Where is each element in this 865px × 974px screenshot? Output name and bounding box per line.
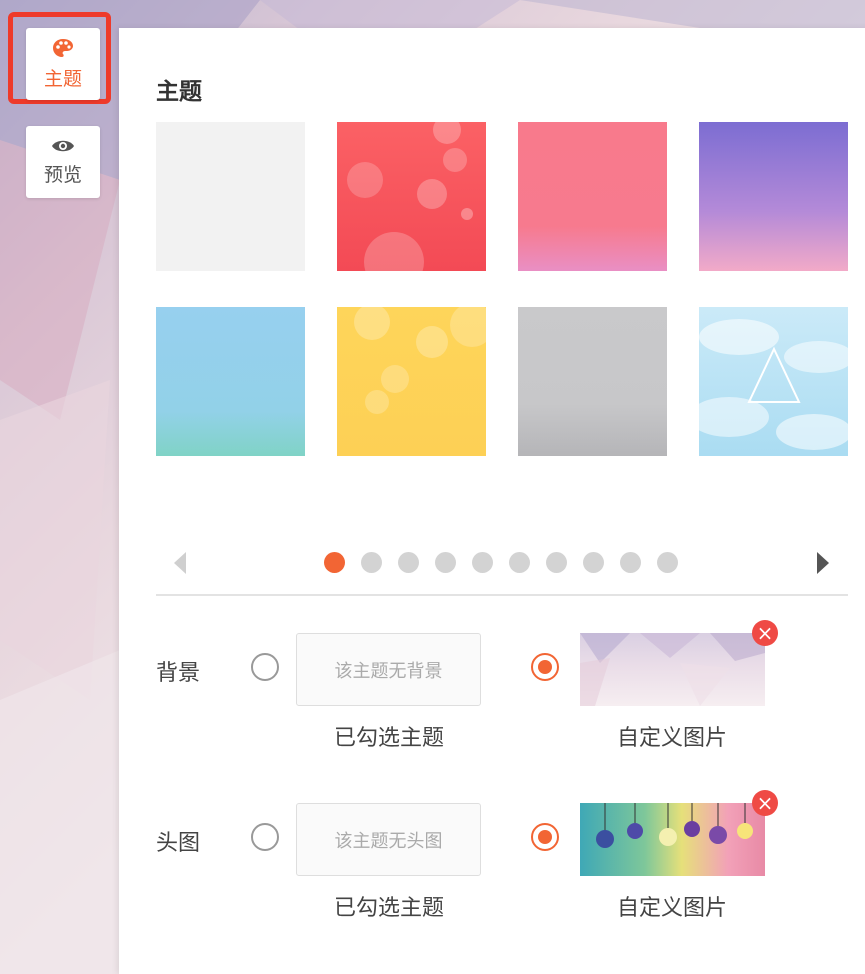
theme-swatch-blue-teal[interactable] — [156, 307, 305, 456]
eye-icon — [52, 140, 74, 151]
header-image-theme-radio[interactable] — [251, 823, 279, 851]
clouds-decoration — [699, 319, 848, 450]
pager-dot[interactable] — [509, 552, 530, 573]
background-custom-thumbnail[interactable] — [580, 633, 765, 706]
theme-panel: 主题 背景 该主题无背景 已勾选主题 × 自定义图片 头图 该主题无头图 已勾选… — [119, 28, 865, 974]
pager-dot[interactable] — [657, 552, 678, 573]
theme-pager — [119, 550, 865, 574]
pager-dot[interactable] — [324, 552, 345, 573]
theme-swatch-pink[interactable] — [518, 122, 667, 271]
pager-dot[interactable] — [546, 552, 567, 573]
background-theme-radio[interactable] — [251, 653, 279, 681]
theme-button-label: 主题 — [43, 67, 82, 90]
header-image-theme-caption: 已勾选主题 — [333, 896, 444, 921]
theme-swatch-purple-gradient[interactable] — [699, 122, 848, 271]
pager-dot[interactable] — [398, 552, 419, 573]
theme-button[interactable]: 主题 — [26, 28, 100, 100]
palette-icon — [53, 38, 73, 57]
pager-dot[interactable] — [361, 552, 382, 573]
header-image-custom-thumbnail[interactable] — [580, 803, 765, 876]
header-image-custom-caption: 自定义图片 — [616, 896, 727, 921]
background-label: 背景 — [156, 661, 201, 686]
light-bulbs-illustration — [596, 803, 753, 848]
pager-dot[interactable] — [583, 552, 604, 573]
theme-swatch-sky-clouds[interactable] — [699, 307, 848, 456]
pager-dot[interactable] — [620, 552, 641, 573]
preview-button-label: 预览 — [43, 163, 82, 186]
header-image-custom-radio[interactable] — [531, 823, 559, 851]
chevron-left-icon[interactable] — [174, 552, 186, 574]
bokeh-decoration — [354, 307, 486, 414]
panel-title: 主题 — [156, 79, 202, 105]
pager-dot[interactable] — [435, 552, 456, 573]
background-theme-option[interactable]: 该主题无背景 — [296, 633, 481, 706]
remove-background-close-icon[interactable]: × — [752, 620, 778, 646]
theme-swatch-gray[interactable] — [518, 307, 667, 456]
background-custom-caption: 自定义图片 — [616, 726, 727, 751]
pager-dot[interactable] — [472, 552, 493, 573]
header-image-theme-option[interactable]: 该主题无头图 — [296, 803, 481, 876]
theme-swatch-red-bokeh[interactable] — [337, 122, 486, 271]
theme-swatch-light-gray[interactable] — [156, 122, 305, 271]
remove-header-image-close-icon[interactable]: × — [752, 790, 778, 816]
bokeh-decoration — [347, 122, 473, 271]
background-custom-radio[interactable] — [531, 653, 559, 681]
preview-button[interactable]: 预览 — [26, 126, 100, 198]
chevron-right-icon[interactable] — [817, 552, 829, 574]
theme-swatch-yellow-bokeh[interactable] — [337, 307, 486, 456]
header-image-label: 头图 — [156, 831, 201, 856]
section-divider — [156, 594, 848, 596]
background-theme-caption: 已勾选主题 — [333, 726, 444, 751]
background-thumbnail-pattern — [580, 633, 765, 706]
